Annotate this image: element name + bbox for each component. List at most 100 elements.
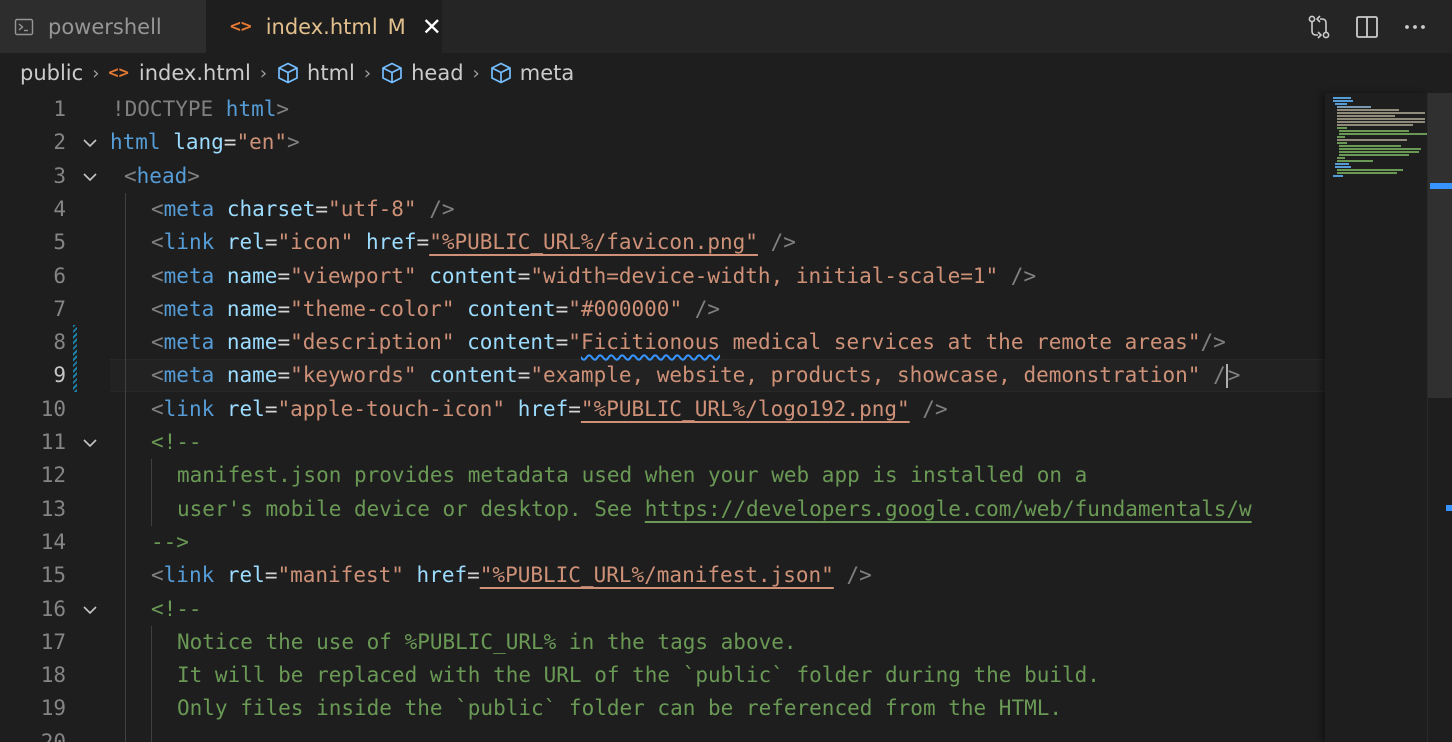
html-code-icon: <> — [108, 63, 129, 83]
chevron-right-icon: › — [472, 62, 480, 84]
minimap-line — [1333, 97, 1351, 99]
line-number: 8 — [53, 330, 66, 355]
code-line[interactable]: 4 <meta charset="utf-8" /> — [0, 193, 1325, 226]
tab-index-html[interactable]: <> index.html M ✕ — [206, 0, 442, 53]
code-line[interactable]: 6 <meta name="viewport" content="width=d… — [0, 260, 1325, 293]
breadcrumb-folder-public[interactable]: public — [20, 61, 83, 85]
minimap-line — [1337, 169, 1403, 171]
line-number: 15 — [40, 563, 66, 588]
code-line[interactable]: 14 --> — [0, 526, 1325, 559]
minimap-line — [1339, 130, 1409, 132]
minimap-line — [1337, 124, 1413, 126]
line-number: 10 — [40, 396, 66, 421]
modified-indicator: M — [387, 14, 406, 39]
code-line[interactable]: 3 <head> — [0, 160, 1325, 193]
code-line[interactable]: 2 html lang="en"> — [0, 126, 1325, 159]
line-number: 11 — [40, 430, 66, 454]
more-actions-icon[interactable] — [1402, 14, 1428, 40]
minimap-line — [1335, 163, 1349, 165]
minimap-line — [1337, 109, 1399, 111]
chevron-right-icon: › — [363, 62, 372, 84]
minimap-line — [1339, 133, 1427, 135]
minimap-line — [1339, 145, 1401, 147]
code-line[interactable]: 10 <link rel="apple-touch-icon" href="%P… — [0, 393, 1325, 426]
terminal-icon — [14, 18, 34, 35]
spelling-error[interactable]: Ficitionous — [581, 330, 720, 354]
link-path: "%PUBLIC_URL%/manifest.json" — [479, 563, 834, 588]
code-line[interactable]: 17 Notice the use of %PUBLIC_URL% in the… — [0, 626, 1325, 659]
minimap-line — [1339, 154, 1409, 156]
minimap-line — [1337, 118, 1425, 120]
line-number: 6 — [53, 263, 66, 288]
split-editor-icon[interactable] — [1354, 14, 1380, 40]
code-line[interactable]: 13 user's mobile device or desktop. See … — [0, 493, 1325, 526]
tab-powershell[interactable]: powershell — [0, 0, 206, 53]
minimap-line — [1337, 139, 1407, 141]
minimap-line — [1337, 106, 1371, 108]
minimap-line — [1333, 175, 1343, 177]
code-line[interactable]: 1 !DOCTYPE html> — [0, 93, 1325, 126]
chevron-right-icon: › — [259, 62, 268, 84]
tab-label: powershell — [48, 14, 162, 39]
code-line[interactable]: 19 Only files inside the `public` folder… — [0, 692, 1325, 725]
source-control-compare-icon[interactable] — [1306, 14, 1332, 40]
chevron-right-icon: › — [92, 62, 100, 84]
cube-symbol-icon — [382, 62, 402, 84]
code-line[interactable]: 12 manifest.json provides metadata used … — [0, 459, 1325, 492]
code-line[interactable]: 5 <link rel="icon" href="%PUBLIC_URL%/fa… — [0, 226, 1325, 259]
line-number: 20 — [40, 729, 66, 742]
tab-label: index.html — [265, 14, 378, 39]
line-number: 2 — [53, 130, 66, 155]
close-tab-icon[interactable]: ✕ — [422, 13, 442, 41]
line-number: 5 — [53, 230, 66, 255]
cube-symbol-icon — [278, 62, 298, 84]
code-line[interactable]: 20 — [0, 726, 1325, 742]
code-line[interactable]: 11 <!-- — [0, 426, 1325, 459]
minimap-line — [1337, 115, 1395, 117]
code-line[interactable]: 7 <meta name="theme-color" content="#000… — [0, 293, 1325, 326]
minimap-line — [1333, 100, 1353, 102]
minimap-line — [1335, 103, 1347, 105]
code-line[interactable]: 16 <!-- — [0, 593, 1325, 626]
breadcrumb-symbol-meta[interactable]: meta — [489, 61, 574, 85]
minimap-line — [1337, 136, 1345, 138]
link-path: "%PUBLIC_URL%/favicon.png" — [429, 230, 758, 255]
minimap-line — [1339, 151, 1419, 153]
code-line[interactable]: 15 <link rel="manifest" href="%PUBLIC_UR… — [0, 559, 1325, 592]
breadcrumb-symbol-head[interactable]: head — [380, 61, 464, 85]
breadcrumb: public › <> index.html › html › head › m… — [0, 53, 1452, 93]
minimap-line — [1337, 112, 1425, 114]
code-line-active[interactable]: 9 <meta name="keywords" content="example… — [0, 359, 1325, 392]
line-number: 14 — [40, 529, 66, 554]
breadcrumb-symbol-html[interactable]: html — [276, 61, 355, 85]
fold-chevron-down-icon[interactable] — [80, 433, 100, 453]
vertical-scrollbar[interactable] — [1427, 93, 1452, 742]
line-number: 19 — [40, 696, 66, 721]
minimap-line — [1337, 121, 1425, 123]
line-number: 7 — [53, 296, 66, 321]
scroll-change-marker — [1430, 183, 1452, 189]
code-editor[interactable]: 1 !DOCTYPE html> 2 html lang="en"> 3 <he… — [0, 93, 1325, 742]
line-number: 12 — [40, 463, 66, 488]
line-number: 3 — [53, 163, 66, 188]
line-number: 1 — [53, 97, 66, 121]
line-number: 4 — [53, 196, 66, 221]
fold-chevron-down-icon[interactable] — [80, 167, 100, 187]
fold-chevron-down-icon[interactable] — [80, 133, 100, 153]
minimap-line — [1337, 160, 1373, 162]
minimap[interactable] — [1325, 93, 1427, 742]
line-number: 18 — [40, 663, 66, 688]
code-line[interactable]: 18 It will be replaced with the URL of t… — [0, 659, 1325, 692]
minimap-line — [1337, 172, 1397, 174]
minimap-line — [1337, 157, 1345, 159]
minimap-line — [1335, 166, 1351, 168]
html-code-icon: <> — [230, 16, 252, 37]
breadcrumb-file-index-html[interactable]: <> index.html — [108, 61, 250, 85]
line-number: 13 — [40, 496, 66, 521]
fold-chevron-down-icon[interactable] — [80, 600, 100, 620]
line-number: 16 — [40, 596, 66, 621]
code-line[interactable]: 8 <meta name="description" content="Fici… — [0, 326, 1325, 359]
editor-actions — [1306, 0, 1428, 53]
scroll-thumb[interactable] — [1428, 93, 1452, 398]
comment-link[interactable]: https://developers.google.com/web/fundam… — [645, 497, 1252, 521]
